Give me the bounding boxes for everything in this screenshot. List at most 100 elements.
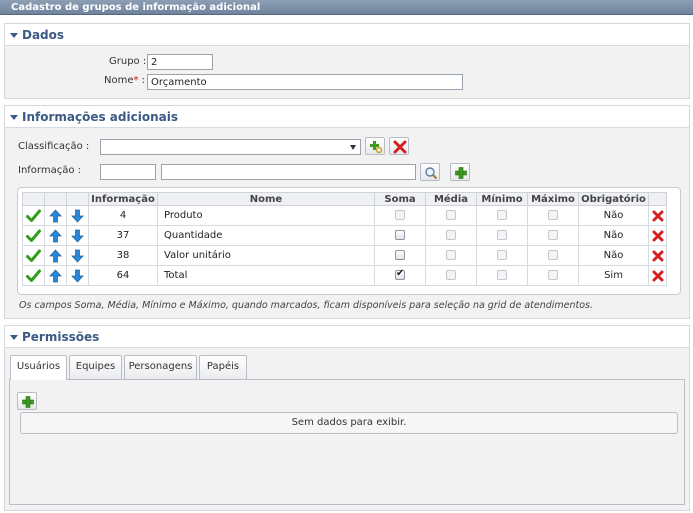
info-title: Informações adicionais [22,110,178,124]
media-checkbox[interactable] [446,210,456,220]
tab-papeis[interactable]: Papéis [199,355,247,379]
dados-section: Dados Grupo : Nome* : [4,23,690,99]
col-nome-header[interactable]: Nome [157,192,375,206]
add-usuario-button[interactable] [17,392,37,410]
media-checkbox[interactable] [446,270,456,280]
row-delete-cell[interactable] [648,205,667,226]
arrow-down-icon[interactable] [71,249,84,263]
delete-x-icon[interactable] [652,210,664,222]
add-plus-icon [22,396,34,408]
row-soma-cell [374,205,426,226]
tab-personagens[interactable]: Personagens [124,355,197,379]
row-move-down-cell[interactable] [66,245,89,266]
check-icon[interactable] [26,249,41,263]
soma-checkbox[interactable] [395,230,405,240]
row-confirm-cell[interactable] [22,265,45,286]
maximo-checkbox[interactable] [548,250,558,260]
row-soma-cell [374,265,426,286]
delete-x-icon[interactable] [652,230,664,242]
minimo-checkbox[interactable] [497,250,507,260]
media-checkbox[interactable] [446,230,456,240]
classificacao-label: Classificação : [18,141,90,152]
col-soma-header[interactable]: Soma [374,192,426,206]
maximo-checkbox[interactable] [548,270,558,280]
check-icon[interactable] [26,209,41,223]
row-move-up-cell[interactable] [44,245,67,266]
row-delete-cell[interactable] [648,245,667,266]
table-header-row: Informação Nome Soma Média Mínimo Máximo… [22,192,667,206]
arrow-up-icon[interactable] [49,208,62,223]
minimo-checkbox[interactable] [497,270,507,280]
clear-classificacao-button[interactable] [389,137,409,155]
dados-header[interactable]: Dados [5,24,689,46]
row-move-up-cell[interactable] [44,205,67,226]
row-codigo-cell: 4 [88,205,158,226]
arrow-up-icon[interactable] [49,268,62,283]
row-move-up-cell[interactable] [44,225,67,246]
nome-field[interactable] [147,74,463,90]
search-icon [425,167,438,180]
col-informacao-header[interactable]: Informação [88,192,158,206]
row-move-down-cell[interactable] [66,205,89,226]
search-add-classificacao-button[interactable] [365,137,385,155]
col-obrigatorio-header[interactable]: Obrigatório [578,192,649,206]
row-obrigatorio-cell[interactable]: Não [578,245,649,266]
informacao-code-field[interactable] [100,164,156,180]
row-obrigatorio-cell[interactable]: Não [578,225,649,246]
add-search-icon [370,141,383,154]
collapse-triangle-icon [10,33,18,38]
row-move-down-cell[interactable] [66,265,89,286]
row-maximo-cell [527,245,579,266]
row-confirm-cell[interactable] [22,245,45,266]
media-checkbox[interactable] [446,250,456,260]
maximo-checkbox[interactable] [548,210,558,220]
grupo-label: Grupo : [109,56,147,67]
arrow-down-icon[interactable] [71,229,84,243]
col-media-header[interactable]: Média [425,192,477,206]
soma-checkbox[interactable] [395,268,405,280]
row-delete-cell[interactable] [648,225,667,246]
search-informacao-button[interactable] [420,163,440,181]
grupo-field[interactable] [147,54,213,70]
permissoes-header[interactable]: Permissões [5,326,689,348]
delete-x-icon[interactable] [652,250,664,262]
tab-equipes[interactable]: Equipes [69,355,122,379]
clear-x-icon [393,140,407,154]
informacao-name-field[interactable] [161,164,416,180]
delete-x-icon[interactable] [652,270,664,282]
grid-note: Os campos Soma, Média, Mínimo e Máximo, … [19,300,594,311]
row-soma-cell [374,225,426,246]
arrow-up-icon[interactable] [49,248,62,263]
row-move-up-cell[interactable] [44,265,67,286]
check-icon[interactable] [26,229,41,243]
arrow-down-icon[interactable] [71,209,84,223]
col-maximo-header[interactable]: Máximo [527,192,579,206]
permissoes-section: Permissões Usuários Equipes Personagens … [4,325,690,511]
row-maximo-cell [527,205,579,226]
maximo-checkbox[interactable] [548,230,558,240]
row-obrigatorio-cell[interactable]: Não [578,205,649,226]
row-confirm-cell[interactable] [22,205,45,226]
row-confirm-cell[interactable] [22,225,45,246]
tab-usuarios[interactable]: Usuários [10,355,67,380]
row-move-down-cell[interactable] [66,225,89,246]
check-icon[interactable] [26,269,41,283]
table-row: 37 Quantidade Não [22,225,667,246]
add-informacao-button[interactable] [450,163,470,181]
col-check-header [22,192,45,206]
col-minimo-header[interactable]: Mínimo [476,192,528,206]
row-delete-cell[interactable] [648,265,667,286]
informacao-label: Informação : [18,165,82,176]
arrow-up-icon[interactable] [49,228,62,243]
arrow-down-icon[interactable] [71,269,84,283]
classificacao-select[interactable] [100,139,361,155]
soma-checkbox[interactable] [395,250,405,260]
minimo-checkbox[interactable] [497,210,507,220]
info-header[interactable]: Informações adicionais [5,106,689,128]
soma-checkbox[interactable] [395,210,405,220]
row-maximo-cell [527,265,579,286]
info-table: Informação Nome Soma Média Mínimo Máximo… [22,192,667,286]
minimo-checkbox[interactable] [497,230,507,240]
row-codigo-cell: 64 [88,265,158,286]
row-obrigatorio-cell[interactable]: Sim [578,265,649,286]
